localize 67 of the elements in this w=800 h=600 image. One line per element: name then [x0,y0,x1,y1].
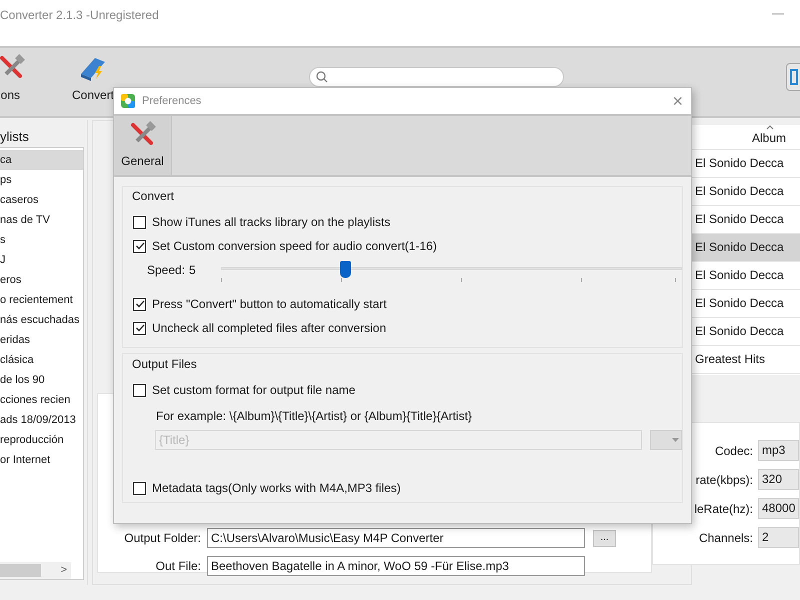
playlist-item[interactable]: nas de TV [0,210,83,230]
checkbox[interactable] [133,384,146,396]
group-title: Convert [132,188,174,205]
group-title: Output Files [132,356,197,373]
playlist-item[interactable]: caseros [0,190,83,210]
checkbox-label: Set custom format for output file name [152,382,356,399]
close-button[interactable]: × [672,92,683,110]
setting-value-field[interactable]: 320 [758,469,799,490]
checkbox[interactable] [133,482,146,494]
setting-label: Codec: [714,442,753,460]
toolbar-button[interactable]: ions [0,54,50,104]
setting-label: rate(kbps): [694,472,753,488]
field-label: Out File: [154,558,201,575]
tab[interactable]: General [114,116,172,175]
search-field[interactable] [309,67,564,87]
playlist-item[interactable]: eros [0,270,83,290]
setting-value-field[interactable]: 48000 [758,498,799,519]
playlist-item[interactable]: nás escuchadas [0,310,83,330]
checkbox-label: Metadata tags(Only works with M4A,MP3 files) [152,480,401,497]
sidebar-header: ylists [0,128,30,146]
playlist-item[interactable]: eridas [0,330,83,350]
checkbox-label: Press "Convert" button to automatically start [152,296,387,313]
table-row[interactable]: El Sonido Decca [690,234,800,262]
scroll-right-arrow[interactable]: > [60,562,67,579]
window-title: Converter 2.1.3 -Unregistered [0,7,159,24]
playlist-item[interactable]: de los 90 [0,370,83,390]
sort-icon [766,125,774,130]
slider-thumb[interactable] [340,261,352,278]
out-file-field[interactable]: Beethoven Bagatelle in A minor, WoO 59 -Für Elise.mp3 [207,556,585,576]
playlist-item[interactable]: ads 18/09/2013 [0,410,83,430]
setting-value-field[interactable]: 2 [758,527,799,548]
scrollbar-thumb[interactable] [0,564,41,577]
setting-label: leRate(hz): [693,500,753,518]
playlist-item[interactable]: or Internet [0,450,83,470]
panel-icon [790,69,798,85]
dialog-title: Preferences [142,94,202,109]
output-folder-field[interactable]: C:\Users\Alvaro\Music\Easy M4P Converter [207,528,585,548]
field-label: Output Folder: [123,530,201,547]
speed-slider[interactable] [220,261,682,285]
slider-value: 5 [189,262,197,279]
checkbox[interactable] [133,322,146,334]
column-title: Album [752,130,786,146]
dropdown-arrow-icon [672,438,679,442]
checkbox[interactable] [133,216,146,228]
checkbox[interactable] [133,240,146,252]
playlist-item[interactable]: J [0,250,83,270]
checkbox-label: Show iTunes all tracks library on the playlists [152,214,390,231]
checkbox[interactable] [133,298,146,310]
minimize-button[interactable]: — [772,4,784,22]
search-icon [316,71,328,83]
horizontal-scrollbar[interactable]: > [0,562,71,579]
playlist-item[interactable]: reproducción [0,430,83,450]
playlist-item[interactable]: o recientement [0,290,83,310]
browse-button[interactable]: ... [593,530,616,546]
playlist-item[interactable]: ps [0,170,83,190]
setting-label: Channels: [698,530,753,546]
setting-value-field[interactable]: mp3 [758,440,799,461]
example-text: For example: \{Album}\{Title}\{Artist} or {Album}{Title}{Artist} [156,408,473,425]
app-icon [120,93,136,109]
checkbox-label: Uncheck all completed files after conversion [152,320,386,337]
view-button[interactable] [786,63,800,91]
playlist-item[interactable]: s [0,230,83,250]
playlist-item[interactable]: clásica [0,350,83,370]
playlist-item[interactable]: ca [0,150,83,170]
checkbox-label: Set Custom conversion speed for audio convert(1-16) [152,238,437,255]
playlist-item[interactable]: cciones recien [0,390,83,410]
toolbar-button[interactable]: Convert [72,54,114,104]
